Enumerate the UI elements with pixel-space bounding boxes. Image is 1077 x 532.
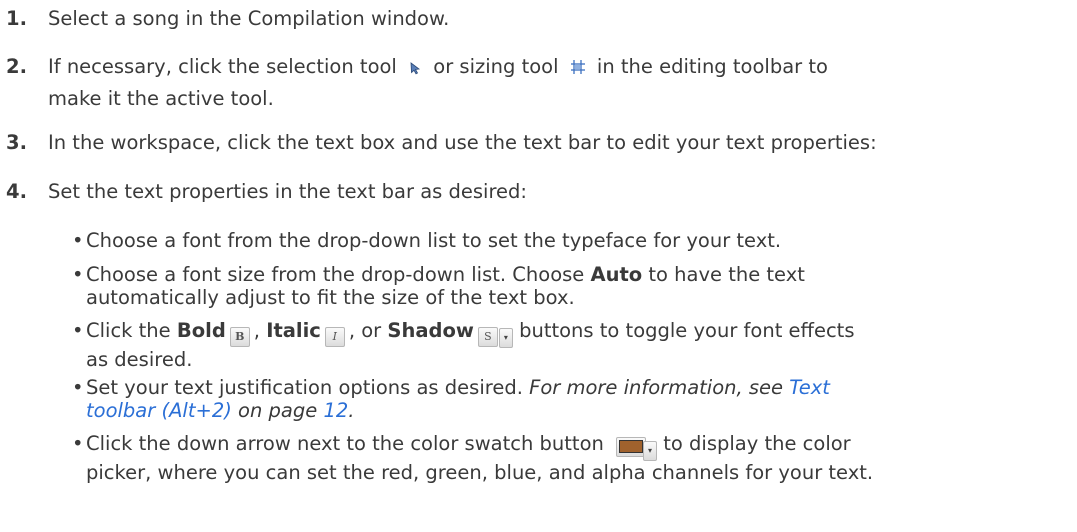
page-link[interactable]: 12: [323, 399, 348, 422]
shadow-label: Shadow: [387, 319, 474, 342]
list-item: • Set your text justification options as…: [72, 376, 830, 422]
italic-label: Italic: [266, 319, 321, 342]
list-item: • Click the down arrow next to the color…: [72, 432, 874, 484]
shadow-button: S: [477, 326, 498, 347]
step-number: 4.: [6, 180, 27, 203]
bullet: •: [72, 263, 84, 286]
text-toolbar-link[interactable]: toolbar (Alt+2): [86, 399, 232, 422]
color-swatch-button: [616, 436, 647, 457]
step-number: 2.: [6, 55, 27, 78]
step-text: Set the text properties in the text bar …: [48, 180, 528, 203]
text-toolbar-link[interactable]: Text: [789, 376, 830, 399]
italic-button: I: [324, 326, 345, 347]
shadow-dropdown-arrow: ▾: [498, 327, 513, 348]
list-item: • Choose a font size from the drop-down …: [72, 263, 805, 309]
bullet: •: [72, 376, 84, 399]
bullet: •: [72, 432, 84, 455]
step-number: 3.: [6, 131, 27, 154]
bullet: •: [72, 319, 84, 342]
list-item: • Choose a font from the drop-down list …: [72, 229, 782, 252]
bold-label: Bold: [176, 319, 226, 342]
step-text: Select a song in the Compilation window.: [48, 7, 450, 30]
step-number: 1.: [6, 7, 27, 30]
color-dropdown-arrow: ▾: [643, 440, 658, 461]
auto-option-label: Auto: [590, 263, 643, 286]
help-document: 1. Select a song in the Compilation wind…: [0, 0, 1077, 532]
step-text: If necessary, click the selection tool o…: [48, 55, 828, 110]
bold-button: B: [229, 326, 250, 347]
step-text: In the workspace, click the text box and…: [48, 131, 877, 154]
list-item: • Click the Bold B, Italic I, or Shadow S ▾ …: [72, 319, 855, 371]
selection-tool-icon: [407, 55, 423, 84]
sizing-tool-icon: [569, 55, 587, 84]
bullet: •: [72, 229, 84, 252]
color-swatch: [619, 440, 644, 453]
